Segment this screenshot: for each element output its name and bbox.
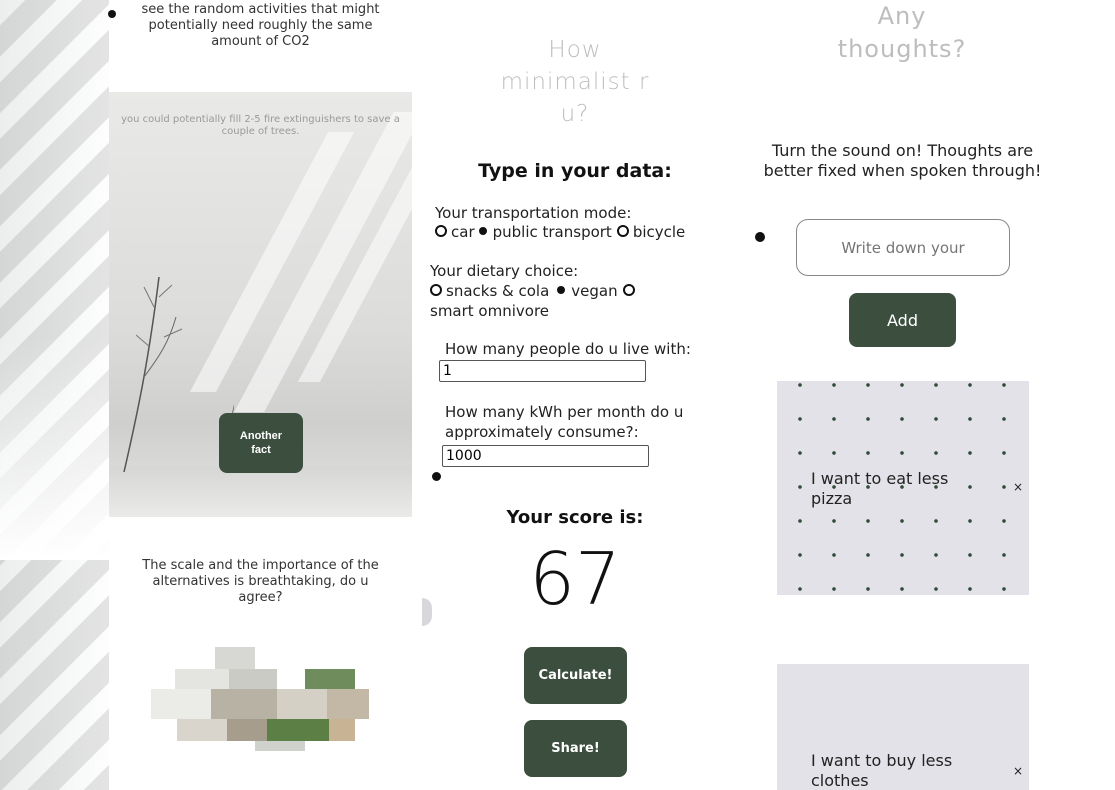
radio-smart-omnivore[interactable] xyxy=(622,284,635,296)
another-fact-button[interactable]: Another fact xyxy=(219,413,303,473)
diet-options: snacks & cola vegan smart omnivore xyxy=(430,281,720,321)
facts-column: see the random activities that might pot… xyxy=(109,0,412,790)
facts-intro: see the random activities that might pot… xyxy=(109,0,412,92)
alternatives-question: The scale and the importance of the alte… xyxy=(142,558,379,605)
radio-car[interactable] xyxy=(435,225,447,237)
thought-note-text: I want to buy less clothes xyxy=(811,751,953,790)
kwh-input[interactable] xyxy=(442,445,649,467)
fact-caption: you could potentially fill 2-5 fire exti… xyxy=(121,114,400,137)
share-button[interactable]: Share! xyxy=(524,720,627,777)
thought-note: I want to buy less clothes × xyxy=(777,664,1029,790)
radio-public-transport[interactable] xyxy=(478,227,487,235)
diet-label: Your dietary choice: xyxy=(430,262,579,280)
thought-input[interactable] xyxy=(796,219,1010,276)
thought-note-text: I want to eat less pizza xyxy=(811,469,949,508)
add-thought-button[interactable]: Add xyxy=(849,293,956,347)
transport-label: Your transportation mode: xyxy=(435,204,632,222)
radio-car-label: car xyxy=(451,223,475,241)
facts-intro-text: see the random activities that might pot… xyxy=(141,2,380,49)
photo-mosaic xyxy=(151,647,371,751)
calculator-title: How minimalist r u? xyxy=(500,37,650,127)
close-icon[interactable]: × xyxy=(1013,764,1023,778)
list-bullet xyxy=(432,472,441,481)
radio-snacks-cola[interactable] xyxy=(430,284,442,296)
list-bullet xyxy=(755,232,765,242)
thoughts-description: Turn the sound on! Thoughts are better f… xyxy=(763,141,1042,180)
list-bullet xyxy=(108,10,116,18)
radio-smart-omnivore-label: smart omnivore xyxy=(430,302,550,320)
calculator-column: How minimalist r u? Type in your data: Y… xyxy=(425,0,735,790)
score-value: 67 xyxy=(529,537,621,621)
radio-public-transport-label: public transport xyxy=(492,223,612,241)
radio-vegan-label: vegan xyxy=(571,282,618,300)
radio-snacks-cola-label: snacks & cola xyxy=(446,282,550,300)
calculate-button[interactable]: Calculate! xyxy=(524,647,627,704)
plant-branch-illustration xyxy=(123,276,234,473)
people-label: How many people do u live with: xyxy=(445,340,691,358)
close-icon[interactable]: × xyxy=(1013,480,1023,494)
kwh-label: How many kWh per month do u approximatel… xyxy=(445,403,684,441)
radio-bicycle-label: bicycle xyxy=(632,223,686,241)
fact-photo: you could potentially fill 2-5 fire exti… xyxy=(109,92,412,517)
form-heading: Type in your data: xyxy=(478,160,672,182)
thought-note: I want to eat less pizza × xyxy=(777,381,1029,595)
radio-vegan[interactable] xyxy=(557,286,566,294)
thoughts-column: Any thoughts? Turn the sound on! Thought… xyxy=(745,0,1065,790)
score-heading: Your score is: xyxy=(506,507,644,528)
people-input[interactable] xyxy=(439,360,646,382)
radio-bicycle[interactable] xyxy=(616,225,629,237)
thoughts-title: Any thoughts? xyxy=(837,2,967,63)
transport-options: car public transport bicycle xyxy=(435,223,685,241)
